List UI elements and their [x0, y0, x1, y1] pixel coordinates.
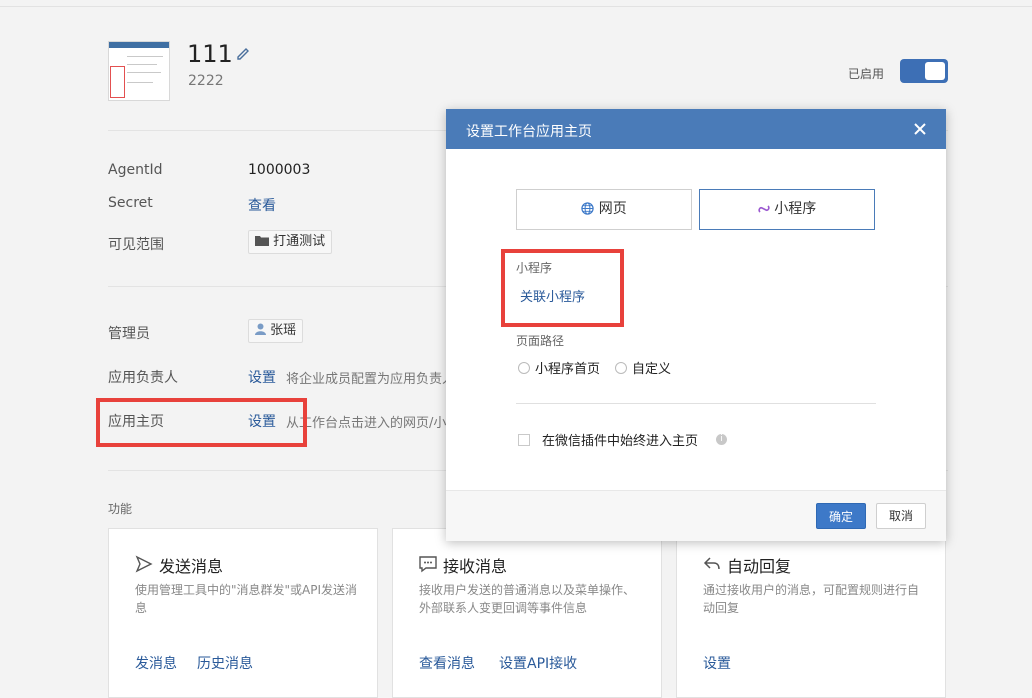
card-title: 自动回复: [727, 557, 792, 576]
autoreply-set-link[interactable]: 设置: [703, 653, 731, 673]
close-icon[interactable]: [912, 121, 928, 137]
visibility-label: 可见范围: [108, 237, 164, 253]
owner-label: 应用负责人: [108, 370, 178, 386]
radio-custom[interactable]: [615, 362, 627, 374]
owner-hint: 将企业成员配置为应用负责人: [286, 372, 456, 387]
tab-miniprogram[interactable]: 小程序: [699, 189, 875, 230]
dialog-header: 设置工作台应用主页: [446, 109, 946, 149]
history-messages-link[interactable]: 历史消息: [197, 653, 253, 673]
folder-icon: [255, 236, 269, 246]
enabled-label: 已启用: [848, 67, 885, 81]
checkbox-label: 在微信插件中始终进入主页: [542, 434, 699, 449]
dialog-footer: 确定 取消: [446, 490, 946, 541]
edit-icon[interactable]: [236, 46, 250, 60]
feature-card-autoreply: 自动回复 通过接收用户的消息，可配置规则进行自动回复 设置: [676, 528, 946, 698]
enabled-toggle[interactable]: [900, 59, 948, 83]
owner-set-link[interactable]: 设置: [248, 367, 276, 387]
visibility-tag[interactable]: 打通测试: [248, 230, 333, 254]
card-description: 使用管理工具中的"消息群发"或API发送消息: [135, 583, 358, 615]
app-logo-thumbnail[interactable]: [108, 41, 170, 101]
chat-icon: [419, 556, 437, 573]
top-divider: [0, 6, 1032, 7]
set-api-receive-link[interactable]: 设置API接收: [499, 653, 577, 673]
tab-webpage[interactable]: 网页: [516, 189, 692, 230]
secret-view-link[interactable]: 查看: [248, 195, 276, 215]
feature-card-send: 发送消息 使用管理工具中的"消息群发"或API发送消息 发消息 历史消息: [108, 528, 378, 698]
globe-icon: [581, 202, 594, 215]
homepage-highlight-box: [96, 398, 307, 447]
view-messages-link[interactable]: 查看消息: [419, 653, 475, 673]
radio-custom-label: 自定义: [632, 362, 672, 377]
cancel-button[interactable]: 取消: [876, 503, 926, 529]
card-description: 接收用户发送的普通消息以及菜单操作、外部联系人变更回调等事件信息: [419, 583, 636, 615]
manager-label: 管理员: [108, 326, 150, 342]
reply-icon: [703, 557, 720, 570]
tab-miniprogram-label: 小程序: [774, 201, 817, 217]
card-title: 发送消息: [159, 557, 224, 576]
dialog-divider: [516, 403, 876, 404]
manager-tag-label: 张瑶: [270, 323, 297, 338]
agentid-value: 1000003: [248, 162, 311, 178]
visibility-tag-label: 打通测试: [273, 234, 326, 249]
miniprogram-highlight-box: [501, 249, 624, 327]
features-section-label: 功能: [108, 502, 133, 516]
always-enter-homepage-checkbox[interactable]: [518, 434, 530, 446]
user-icon: [255, 323, 266, 335]
card-description: 通过接收用户的消息，可配置规则进行自动回复: [703, 583, 920, 615]
info-icon[interactable]: i: [716, 434, 727, 445]
confirm-button[interactable]: 确定: [816, 503, 866, 529]
set-homepage-dialog: 设置工作台应用主页 网页 小程序 小程序 关联小程序 页面路径 小程序首页 自定…: [446, 109, 946, 541]
page-path-label: 页面路径: [516, 334, 565, 348]
miniprogram-icon: [758, 205, 770, 213]
dialog-title: 设置工作台应用主页: [466, 124, 592, 140]
feature-card-receive: 接收消息 接收用户发送的普通消息以及菜单操作、外部联系人变更回调等事件信息 查看…: [392, 528, 662, 698]
radio-home[interactable]: [518, 362, 530, 374]
manager-tag[interactable]: 张瑶: [248, 319, 304, 343]
agentid-label: AgentId: [108, 162, 163, 178]
send-icon: [135, 555, 153, 573]
send-message-link[interactable]: 发消息: [135, 653, 177, 673]
app-description: 2222: [188, 73, 224, 89]
secret-label: Secret: [108, 195, 153, 211]
card-title: 接收消息: [443, 557, 508, 576]
tab-webpage-label: 网页: [598, 201, 627, 217]
radio-home-label: 小程序首页: [535, 362, 601, 377]
app-name: 111: [187, 40, 233, 68]
homepage-hint: 从工作台点击进入的网页/小: [286, 416, 447, 431]
